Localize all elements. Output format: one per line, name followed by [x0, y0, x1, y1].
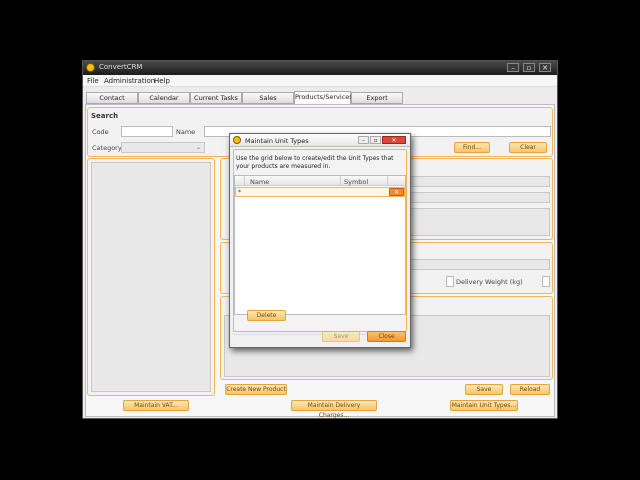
dialog-close-icon[interactable]: ✕ [382, 136, 406, 144]
product-list[interactable] [91, 162, 211, 392]
clear-button[interactable]: Clear [509, 142, 547, 153]
grid-new-row[interactable]: * ✕ [235, 187, 405, 197]
menu-file[interactable]: File [87, 77, 99, 85]
maintain-vat-button[interactable]: Maintain VAT... [123, 400, 189, 411]
dialog-title: Maintain Unit Types [245, 137, 309, 145]
save-button[interactable]: Save [465, 384, 503, 395]
detail-field-3[interactable] [408, 208, 550, 236]
minimize-icon[interactable]: – [507, 63, 519, 72]
grid-header: Name Symbol [235, 176, 405, 186]
reload-button[interactable]: Reload [510, 384, 550, 395]
tab-export[interactable]: Export [351, 92, 403, 104]
weight-spinner[interactable] [446, 276, 454, 287]
find-button[interactable]: Find... [454, 142, 490, 153]
delete-row-icon[interactable]: ✕ [389, 188, 404, 196]
close-icon[interactable]: ✕ [539, 63, 551, 72]
detail-field-2[interactable] [408, 192, 550, 203]
title-bar[interactable]: ConvertCRM – ▫ ✕ [83, 61, 557, 75]
product-list-group [87, 158, 215, 396]
delivery-weight-label: Delivery Weight (kg) [456, 278, 523, 286]
category-select[interactable]: ⌄ [121, 142, 205, 153]
maintain-units-button[interactable]: Maintain Unit Types... [450, 400, 518, 411]
dialog-title-bar[interactable]: Maintain Unit Types – ▫ ✕ [230, 134, 410, 147]
category-label: Category [92, 144, 122, 152]
tab-products-services[interactable]: Products/Services [294, 91, 353, 104]
maintain-unit-types-dialog: Maintain Unit Types – ▫ ✕ Use the grid b… [229, 133, 411, 348]
menu-help[interactable]: Help [154, 77, 170, 85]
code-input[interactable] [121, 126, 173, 137]
menu-administration[interactable]: Administration [104, 77, 155, 85]
dialog-close-button[interactable]: Close [367, 331, 406, 342]
maximize-icon[interactable]: ▫ [523, 63, 535, 72]
name-label: Name [176, 128, 196, 136]
column-name-header[interactable]: Name [250, 178, 269, 186]
delete-button[interactable]: Delete [247, 310, 286, 321]
window-title: ConvertCRM [99, 63, 143, 71]
pricing-select[interactable] [408, 259, 550, 270]
dialog-save-button[interactable]: Save [322, 331, 360, 342]
column-divider [340, 176, 341, 186]
detail-field-1[interactable] [408, 176, 550, 187]
column-divider [387, 176, 388, 186]
dialog-instructions: Use the grid below to create/edit the Un… [236, 155, 394, 170]
menu-bar: File Administration Help [83, 75, 557, 87]
app-logo-icon [233, 136, 241, 144]
dialog-minimize-icon[interactable]: – [358, 136, 369, 144]
grid-row-header [235, 176, 245, 186]
tab-current-tasks[interactable]: Current Tasks [190, 92, 242, 104]
dialog-maximize-icon[interactable]: ▫ [370, 136, 381, 144]
new-row-marker: * [238, 189, 241, 196]
tab-contact[interactable]: Contact [86, 92, 138, 104]
tab-sales[interactable]: Sales [242, 92, 294, 104]
column-symbol-header[interactable]: Symbol [344, 178, 368, 186]
code-label: Code [92, 128, 109, 136]
search-heading: Search [91, 112, 119, 120]
unit-types-grid[interactable]: Name Symbol * ✕ [234, 175, 406, 315]
chevron-down-icon: ⌄ [195, 144, 201, 151]
maintain-delivery-button[interactable]: Maintain Delivery Charges... [291, 400, 377, 419]
create-product-button[interactable]: Create New Product [225, 384, 287, 395]
app-logo-icon [86, 63, 95, 72]
tab-calendar[interactable]: Calendar [138, 92, 190, 104]
weight-spinner-2[interactable] [542, 276, 550, 287]
